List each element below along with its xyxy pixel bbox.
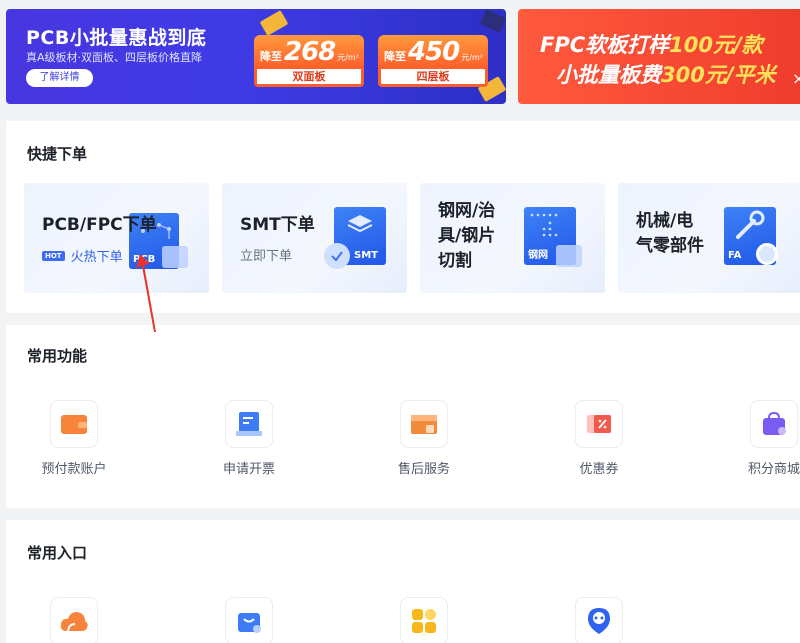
chip-decoration <box>479 9 506 33</box>
quick-card-title-line1: 机械/电 <box>636 211 694 231</box>
function-prepaid-account[interactable]: 预付款账户 <box>19 400 129 477</box>
gear-icon <box>756 243 778 265</box>
function-after-sales[interactable]: 售后服务 <box>369 400 479 477</box>
quick-card-title: PCB/FPC下单 <box>42 215 157 235</box>
common-entries-title: 常用入口 <box>27 544 88 562</box>
function-label: 预付款账户 <box>41 462 107 477</box>
close-icon[interactable]: × <box>792 69 800 88</box>
quick-card-subtitle: 立即下单 <box>240 249 293 264</box>
quick-card-title: SMT下单 <box>240 215 315 235</box>
entry-item[interactable] <box>19 597 129 643</box>
quick-card-pcb-fpc[interactable]: PCB PCB/FPC下单 HOT 火热下单 <box>24 183 209 293</box>
entry-item[interactable] <box>544 597 654 643</box>
price-prefix: 降至 <box>260 50 282 63</box>
common-functions-section: 常用功能 预付款账户 申请开票 售后服务 优惠券 积分商城 <box>6 325 800 508</box>
fa-icon-label: FA <box>728 250 742 261</box>
fpc-banner-line2: 小批量板费300元/平米 <box>556 59 776 89</box>
price-unit: 元/m² <box>337 53 359 62</box>
fpc-line2-text: 小批量板费 <box>556 63 661 87</box>
function-label: 优惠券 <box>579 462 619 477</box>
function-points-mall[interactable]: 积分商城 <box>719 400 800 477</box>
price-card-double-sided[interactable]: 降至 268 元/m² 双面板 <box>254 35 364 89</box>
shopping-bag-icon <box>750 400 798 448</box>
quick-card-smt[interactable]: SMT下单 立即下单 SMT <box>222 183 407 293</box>
function-label: 申请开票 <box>222 462 275 477</box>
ticket-decoration <box>259 10 289 36</box>
quick-order-section: 快捷下单 PCB PCB/FPC下单 HOT 火热下单 SMT下单 立即下单 <box>6 121 800 313</box>
stencil-icon-overlay <box>556 245 582 267</box>
quick-card-title-line1: 钢网/治 <box>438 201 496 221</box>
function-invoice[interactable]: 申请开票 <box>194 400 304 477</box>
function-label: 售后服务 <box>397 462 450 477</box>
price-card-four-layer[interactable]: 降至 450 元/m² 四层板 <box>378 35 488 89</box>
service-box-icon <box>400 400 448 448</box>
check-badge-icon <box>324 243 350 269</box>
invoice-icon <box>225 400 273 448</box>
bag-icon <box>225 597 273 643</box>
price-value: 268 <box>284 37 336 67</box>
cloud-icon <box>50 597 98 643</box>
location-pin-icon <box>575 597 623 643</box>
quick-card-title-line3: 切割 <box>438 251 472 271</box>
price-prefix: 降至 <box>384 50 406 63</box>
common-functions-title: 常用功能 <box>27 347 88 365</box>
fpc-banner-line1: FPC软板打样100元/款 <box>540 29 763 59</box>
price-card-label: 四层板 <box>378 69 488 87</box>
hot-order-text: 火热下单 <box>70 250 123 265</box>
fpc-line1-price: 100元/款 <box>669 33 763 57</box>
smt-icon-label: SMT <box>354 250 378 261</box>
grid-apps-icon <box>400 597 448 643</box>
quick-card-mechanical[interactable]: 机械/电 气零部件 FA <box>618 183 800 293</box>
quick-card-title: 钢网/治 具/钢片 切割 <box>438 199 495 274</box>
quick-card-stencil[interactable]: 钢网/治 具/钢片 切割 钢网 <box>420 183 605 293</box>
hot-badge: HOT <box>42 250 65 261</box>
function-label: 积分商城 <box>747 462 800 477</box>
fpc-line2-price: 300元/平米 <box>661 63 776 87</box>
learn-more-button[interactable]: 了解详情 <box>26 69 93 87</box>
price-unit: 元/m² <box>461 53 483 62</box>
pcb-promo-banner[interactable]: PCB小批量惠战到底 真A级板材·双面板、四层板价格直降 了解详情 降至 268… <box>6 9 506 104</box>
stencil-icon-label: 钢网 <box>528 250 548 261</box>
wallet-icon <box>50 400 98 448</box>
pcb-banner-subtitle: 真A级板材·双面板、四层板价格直降 <box>26 51 203 64</box>
fpc-promo-banner[interactable]: FPC软板打样100元/款 小批量板费300元/平米 × <box>518 9 800 104</box>
quick-card-title-line2: 具/钢片 <box>438 226 496 246</box>
common-entries-section: 常用入口 <box>6 520 800 643</box>
price-card-label: 双面板 <box>254 69 364 87</box>
quick-card-title: 机械/电 气零部件 <box>636 209 704 259</box>
entry-item[interactable] <box>369 597 479 643</box>
pcb-banner-title: PCB小批量惠战到底 <box>26 27 207 49</box>
function-coupon[interactable]: 优惠券 <box>544 400 654 477</box>
hot-order-row: HOT 火热下单 <box>42 246 123 265</box>
price-value: 450 <box>408 37 460 67</box>
quick-order-title: 快捷下单 <box>27 145 88 163</box>
fpc-line1-text: FPC软板打样 <box>540 33 670 57</box>
entry-item[interactable] <box>194 597 304 643</box>
coupon-icon <box>575 400 623 448</box>
quick-card-title-line2: 气零部件 <box>636 236 704 256</box>
annotation-arrow <box>136 254 156 332</box>
